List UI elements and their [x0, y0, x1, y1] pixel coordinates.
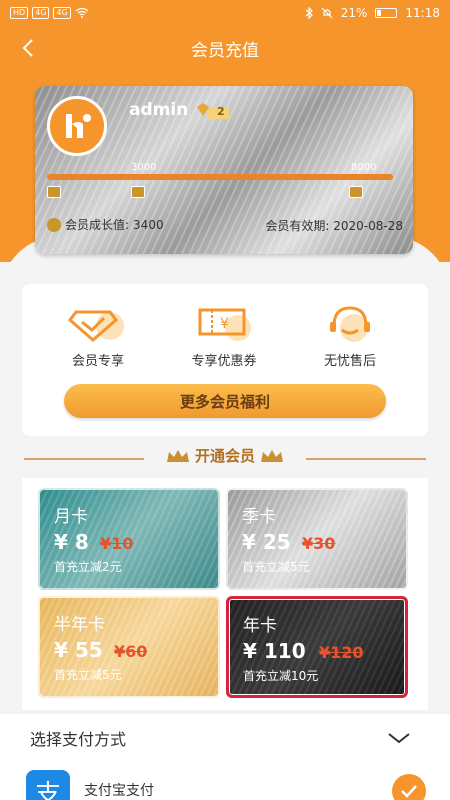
level-mark-8000: 8000 — [351, 162, 377, 173]
level-mark-3000: 3000 — [131, 162, 157, 173]
growth-value: 3400 — [133, 217, 164, 232]
wifi-icon — [75, 8, 89, 18]
plan-discount-note: 首充立减5元 — [54, 668, 122, 682]
plan-discount-note: 首充立减5元 — [242, 560, 310, 574]
alipay-icon: 支 — [26, 770, 70, 800]
mute-icon — [321, 7, 333, 19]
benefit-label: 专享优惠券 — [191, 354, 257, 369]
benefits-panel: 会员专享 ¥ 专享优惠券 无忧售后 更多会员福利 — [22, 284, 428, 436]
headset-icon — [330, 306, 370, 342]
benefit-label: 无忧售后 — [323, 354, 376, 369]
plan-season-card[interactable]: 季卡 ¥ 25 ¥30 首充立减5元 — [226, 488, 408, 590]
plan-name: 季卡 — [242, 507, 276, 527]
coupon-icon: ¥ — [198, 308, 251, 341]
plan-original-price: ¥60 — [114, 642, 148, 661]
crown-icon — [261, 449, 283, 462]
selected-check-icon[interactable] — [392, 774, 426, 800]
section-title-text: 开通会员 — [194, 447, 255, 465]
svg-text:¥: ¥ — [220, 316, 229, 332]
plans-panel: 月卡 ¥ 8 ¥10 首充立减2元 季卡 ¥ 25 ¥30 首充立减5元 半年卡… — [22, 478, 428, 710]
vip-badge: 2 — [195, 102, 229, 122]
level-2-icon — [131, 186, 145, 198]
plan-name: 月卡 — [54, 507, 88, 527]
clock: 11:18 — [405, 6, 440, 20]
more-benefits-button[interactable]: 更多会员福利 — [64, 384, 386, 418]
payment-option-label: 支付宝支付 — [84, 783, 154, 799]
status-bar: HD 4G 4G 21% 11:18 — [0, 0, 450, 26]
benefit-coupon[interactable]: ¥ 专享优惠券 — [174, 304, 274, 369]
growth-icon — [47, 217, 61, 232]
plan-discount-note: 首充立减2元 — [54, 560, 122, 574]
member-diamond-icon — [68, 310, 124, 342]
growth-label: 会员成长值: — [65, 218, 130, 232]
plan-price: ¥ 8 — [54, 530, 89, 554]
app-logo-icon — [66, 114, 91, 138]
status-icons-right: 21% 11:18 — [305, 6, 440, 20]
back-button[interactable] — [14, 34, 42, 62]
plan-month-card[interactable]: 月卡 ¥ 8 ¥10 首充立减2元 — [38, 488, 220, 590]
back-arrow-icon — [22, 39, 33, 57]
plan-price: ¥ 55 — [54, 638, 103, 662]
plan-original-price: ¥10 — [100, 534, 134, 553]
benefit-member-exclusive[interactable]: 会员专享 — [48, 304, 148, 369]
growth-info: 会员成长值: 3400 — [47, 216, 164, 233]
payment-method-header[interactable]: 选择支付方式 — [0, 714, 450, 760]
status-icons-left: HD 4G 4G — [10, 7, 89, 19]
section-title: 开通会员 — [0, 445, 450, 466]
plan-original-price: ¥30 — [302, 534, 336, 553]
signal-icon: 4G — [32, 7, 50, 19]
chevron-down-icon[interactable] — [386, 730, 412, 746]
plan-name: 年卡 — [243, 616, 277, 636]
plan-price: ¥ 25 — [242, 530, 291, 554]
expiry-value: 2020-08-28 — [333, 219, 403, 233]
nav-bar: 会员充值 — [0, 30, 450, 66]
benefit-label: 会员专享 — [71, 354, 124, 369]
bluetooth-icon — [305, 7, 313, 19]
payment-method-title: 选择支付方式 — [30, 730, 127, 749]
benefit-after-sales[interactable]: 无忧售后 — [300, 304, 400, 369]
username: admin — [129, 100, 189, 120]
hd-icon: HD — [10, 7, 29, 19]
member-card: admin 2 3000 8000 会员成长值: 3400 会员有效期: 202… — [35, 86, 413, 254]
plan-year-card-selected[interactable]: 年卡 ¥ 110 ¥120 首充立减10元 — [226, 596, 408, 698]
expiry-label: 会员有效期: — [265, 219, 330, 233]
level-3-icon — [349, 186, 363, 198]
page-title: 会员充值 — [191, 40, 259, 61]
plan-discount-note: 首充立减10元 — [243, 669, 319, 683]
growth-progress-bar — [47, 174, 393, 180]
expiry-info: 会员有效期: 2020-08-28 — [265, 217, 403, 234]
crown-icon — [166, 449, 189, 462]
plan-price: ¥ 110 — [243, 639, 306, 663]
avatar[interactable] — [47, 96, 107, 156]
payment-option-alipay[interactable]: 支 支付宝支付 — [0, 760, 450, 800]
level-1-icon — [47, 186, 61, 198]
plan-original-price: ¥120 — [319, 643, 364, 662]
vip-level: 2 — [217, 105, 225, 118]
signal-icon-2: 4G — [53, 7, 71, 19]
battery-percent: 21% — [340, 6, 368, 20]
battery-icon — [375, 8, 398, 18]
plan-name: 半年卡 — [54, 615, 105, 635]
plan-half-year-card[interactable]: 半年卡 ¥ 55 ¥60 首充立减5元 — [38, 596, 220, 698]
